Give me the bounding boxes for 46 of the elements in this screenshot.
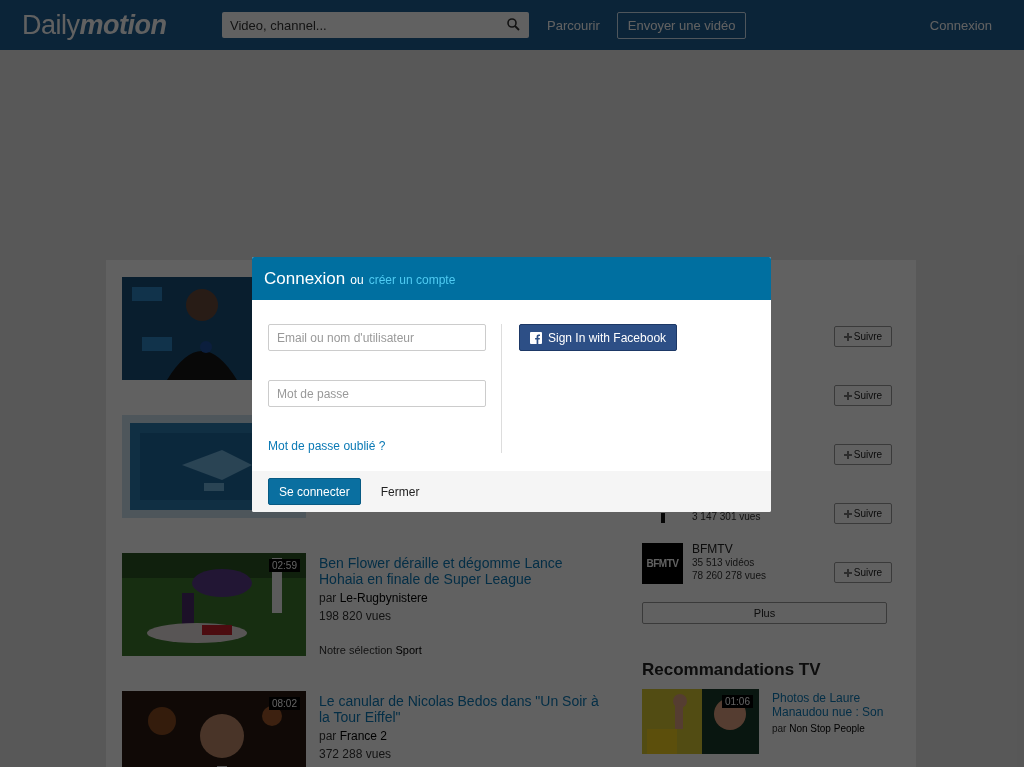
plus-icon (843, 332, 852, 341)
channel-name[interactable]: BFMTV (692, 543, 834, 556)
logo[interactable]: Dailymotion (22, 9, 222, 41)
search-icon[interactable] (507, 18, 520, 31)
video-title[interactable]: Le canular de Nicolas Bedos dans "Un Soir à la Tour Eiffel" (319, 693, 609, 725)
password-field[interactable]: Mot de passe (268, 380, 486, 407)
follow-button[interactable]: Suivre (834, 385, 892, 406)
follow-button[interactable]: Suivre (834, 326, 892, 347)
video-title[interactable]: Photos de Laure Manaudou nue : Son (772, 691, 892, 719)
view-count: 3 147 301 vues (692, 510, 762, 523)
video-count: 35 513 vidéos (692, 556, 756, 569)
view-count: 198 820 vues (319, 609, 393, 623)
plus-icon (843, 391, 852, 400)
follow-button[interactable]: Suivre (834, 444, 892, 465)
follow-button[interactable]: Suivre (834, 562, 892, 583)
search-field[interactable]: Video, channel... (222, 12, 529, 38)
or-label: ou (350, 273, 364, 287)
create-account-link[interactable]: créer un compte (368, 273, 456, 287)
channel-logo-icon (660, 513, 665, 523)
selection-label: Notre sélection Sport (319, 644, 423, 656)
facebook-button[interactable]: Sign In with Facebook (519, 324, 678, 351)
follow-button[interactable]: Suivre (834, 503, 892, 524)
channel-logo: BFMTV (642, 543, 683, 584)
email-field[interactable]: Email ou nom d'utilisateur (268, 324, 486, 351)
duration-label: 01:06 (721, 695, 753, 708)
video-author: par France 2 (319, 729, 389, 743)
plus-icon (843, 568, 852, 577)
section-title: Recommandations TV (642, 660, 822, 680)
login-link[interactable]: Connexion (929, 17, 992, 33)
plus-icon (843, 509, 852, 518)
upload-button[interactable]: Envoyer une vidéo (616, 11, 747, 39)
plus-icon (843, 450, 852, 459)
facebook-icon (530, 331, 542, 344)
nav-link[interactable]: Parcourir (547, 17, 600, 33)
video-author: par Non Stop People (772, 723, 866, 734)
view-count: 78 260 278 vues (692, 569, 767, 582)
duration-label: 02:59 (268, 559, 300, 572)
view-count: 372 288 vues (319, 747, 393, 761)
video-author: par Le-Rugbynistere (319, 591, 429, 605)
login-button[interactable]: Se connecter (268, 478, 361, 505)
video-title[interactable]: Ben Flower déraille et dégomme Lance Hohaia en finale de Super League (319, 555, 609, 587)
forgot-password-link[interactable]: Mot de passe oublié ? (268, 439, 501, 453)
duration-label: 08:02 (268, 697, 300, 710)
dialog-title: Connexion (264, 268, 346, 289)
close-button[interactable]: Fermer (374, 483, 426, 500)
more-button[interactable]: Plus (642, 602, 887, 624)
